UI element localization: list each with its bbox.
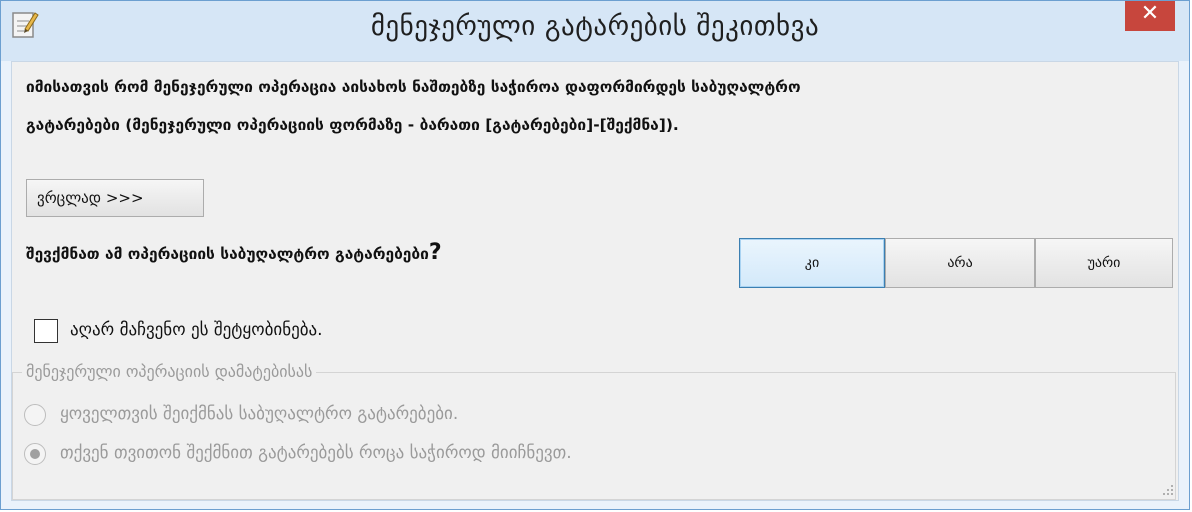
dialog-body: იმისათვის რომ მენეჯერული ოპერაცია აისახო… — [11, 61, 1179, 501]
cancel-button[interactable]: უარი — [1035, 238, 1173, 288]
resize-grip-icon[interactable] — [1162, 484, 1174, 496]
options-group-legend: მენეჯერული ოპერაციის დამატებისას — [22, 362, 317, 381]
dialog-window: მენეჯერული გატარების შეკითხვა ✕ იმისათვი… — [0, 0, 1190, 510]
info-message-line-1: იმისათვის რომ მენეჯერული ოპერაცია აისახო… — [26, 78, 801, 96]
details-button[interactable]: ვრცლად >>> — [26, 179, 204, 217]
window-title: მენეჯერული გატარების შეკითხვა — [370, 11, 820, 42]
no-button[interactable]: არა — [885, 238, 1035, 288]
title-bar[interactable]: მენეჯერული გატარების შეკითხვა ✕ — [1, 1, 1189, 61]
info-message-line-2: გატარებები (მენეჯერული ოპერაციის ფორმაზე… — [26, 116, 679, 134]
question-mark: ? — [428, 240, 442, 265]
info-message: იმისათვის რომ მენეჯერული ოპერაცია აისახო… — [26, 68, 1166, 144]
dont-show-again-label[interactable]: აღარ მაჩვენო ეს შეტყობინება. — [70, 320, 323, 340]
question-text: შევქმნათ ამ ოპერაციის საბუღალტრო გატარებ… — [26, 240, 442, 265]
question-label: შევქმნათ ამ ოპერაციის საბუღალტრო გატარებ… — [26, 245, 429, 263]
close-button[interactable]: ✕ — [1125, 1, 1175, 31]
option-always-create-radio — [24, 404, 46, 426]
dont-show-again-checkbox[interactable] — [34, 319, 58, 343]
yes-button[interactable]: კი — [739, 238, 885, 288]
options-group — [12, 372, 1176, 500]
option-always-create-label: ყოველთვის შეიქმნას საბუღალტრო გატარებები… — [60, 404, 459, 424]
close-icon: ✕ — [1140, 1, 1160, 26]
option-manual-create-label: თქვენ თვითონ შექმნით გატარებებს როცა საჭ… — [60, 443, 572, 463]
option-manual-create-radio — [24, 443, 46, 465]
